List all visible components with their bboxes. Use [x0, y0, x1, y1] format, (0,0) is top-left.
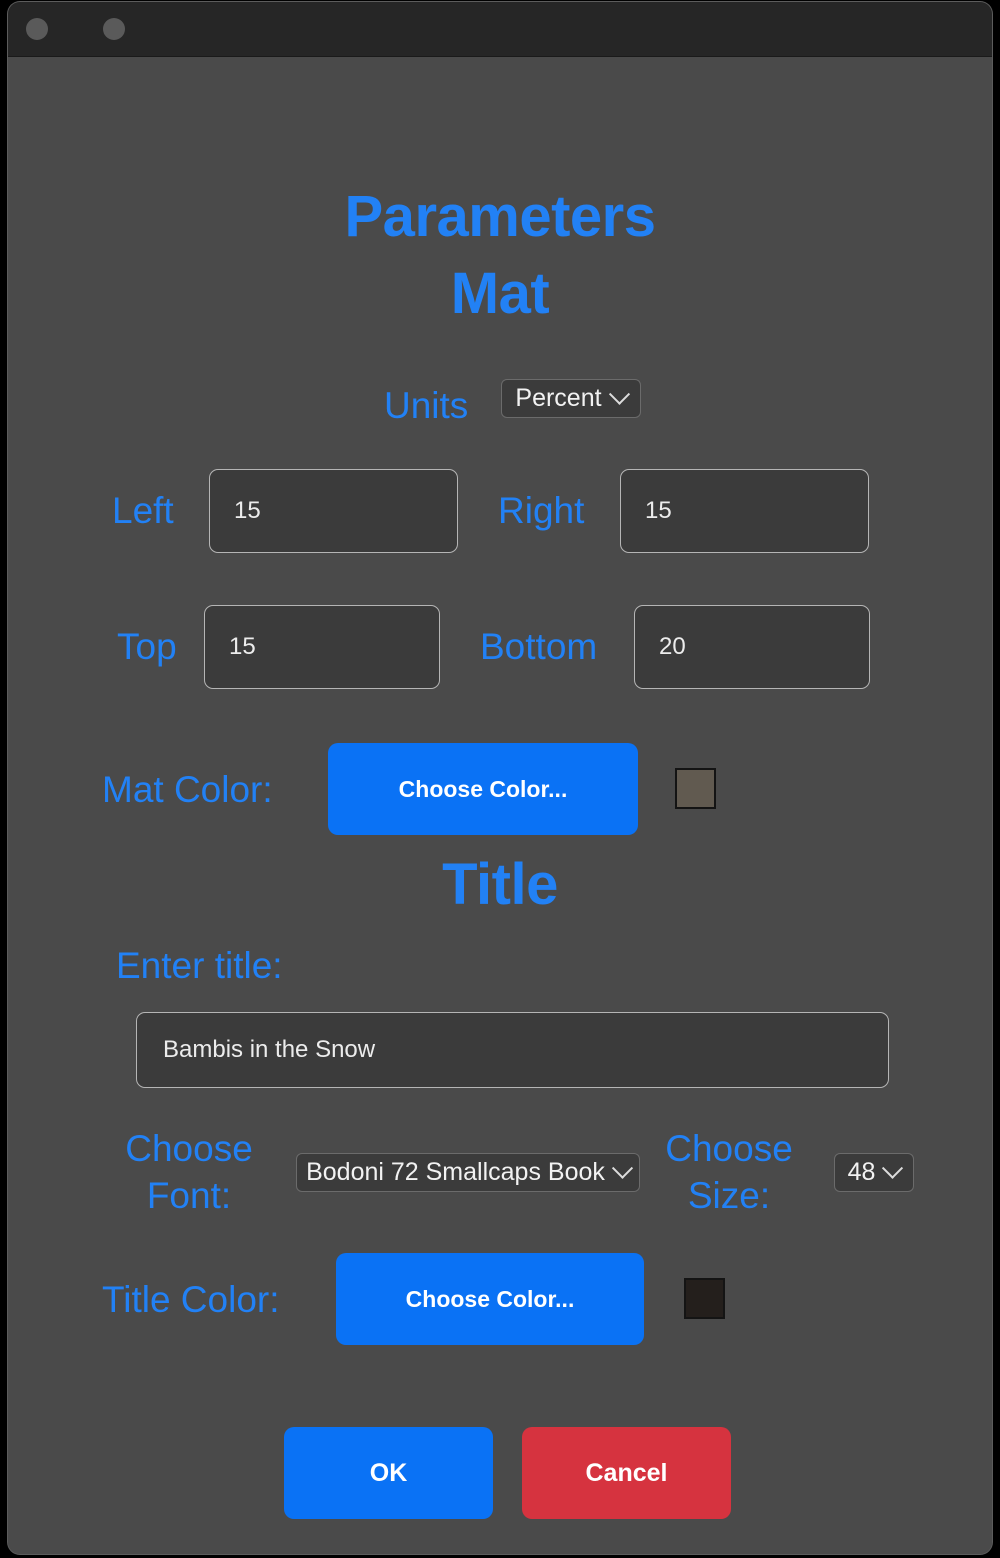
choose-font-label: Choose Font: [125, 1128, 253, 1216]
title-choose-color-button[interactable]: Choose Color... [336, 1253, 644, 1345]
units-select-value: Percent [515, 384, 602, 412]
left-label: Left [112, 490, 174, 531]
ok-button[interactable]: OK [284, 1427, 493, 1519]
units-label: Units [384, 385, 469, 426]
units-select[interactable]: Percent [501, 379, 641, 418]
chevron-down-icon [611, 1157, 633, 1179]
top-label: Top [117, 626, 177, 667]
right-input-value: 15 [645, 497, 672, 524]
left-input[interactable]: 15 [209, 469, 458, 553]
bottom-input[interactable]: 20 [634, 605, 870, 689]
right-label: Right [498, 490, 585, 531]
font-select[interactable]: Bodoni 72 Smallcaps Book [296, 1153, 640, 1192]
left-input-value: 15 [234, 497, 261, 524]
section-heading-mat: Mat [450, 261, 550, 326]
right-input[interactable]: 15 [620, 469, 869, 553]
font-select-value: Bodoni 72 Smallcaps Book [306, 1158, 605, 1186]
section-heading-title: Title [442, 852, 558, 917]
choose-size-label: Choose Size: [665, 1128, 793, 1216]
bottom-label: Bottom [480, 626, 598, 667]
bottom-input-value: 20 [659, 633, 686, 660]
title-color-label: Title Color: [102, 1279, 280, 1320]
enter-title-label: Enter title: [116, 945, 283, 986]
cancel-button[interactable]: Cancel [522, 1427, 731, 1519]
chevron-down-icon [882, 1157, 904, 1179]
chevron-down-icon [608, 383, 630, 405]
size-select[interactable]: 48 [834, 1153, 914, 1192]
mat-color-label: Mat Color: [102, 769, 273, 810]
top-input[interactable]: 15 [204, 605, 440, 689]
dialog-window: Parameters Mat Units Percent Left 15 Rig… [8, 2, 992, 1554]
title-bar [8, 2, 992, 57]
window-minimize-button[interactable] [103, 18, 125, 40]
page-title: Parameters [344, 184, 657, 249]
mat-color-swatch[interactable] [675, 768, 716, 809]
title-color-swatch[interactable] [684, 1278, 725, 1319]
window-close-button[interactable] [26, 18, 48, 40]
dialog-content: Parameters Mat Units Percent Left 15 Rig… [8, 57, 992, 1554]
title-input[interactable] [136, 1012, 889, 1088]
mat-choose-color-button[interactable]: Choose Color... [328, 743, 638, 835]
top-input-value: 15 [229, 633, 256, 660]
size-select-value: 48 [847, 1158, 876, 1186]
